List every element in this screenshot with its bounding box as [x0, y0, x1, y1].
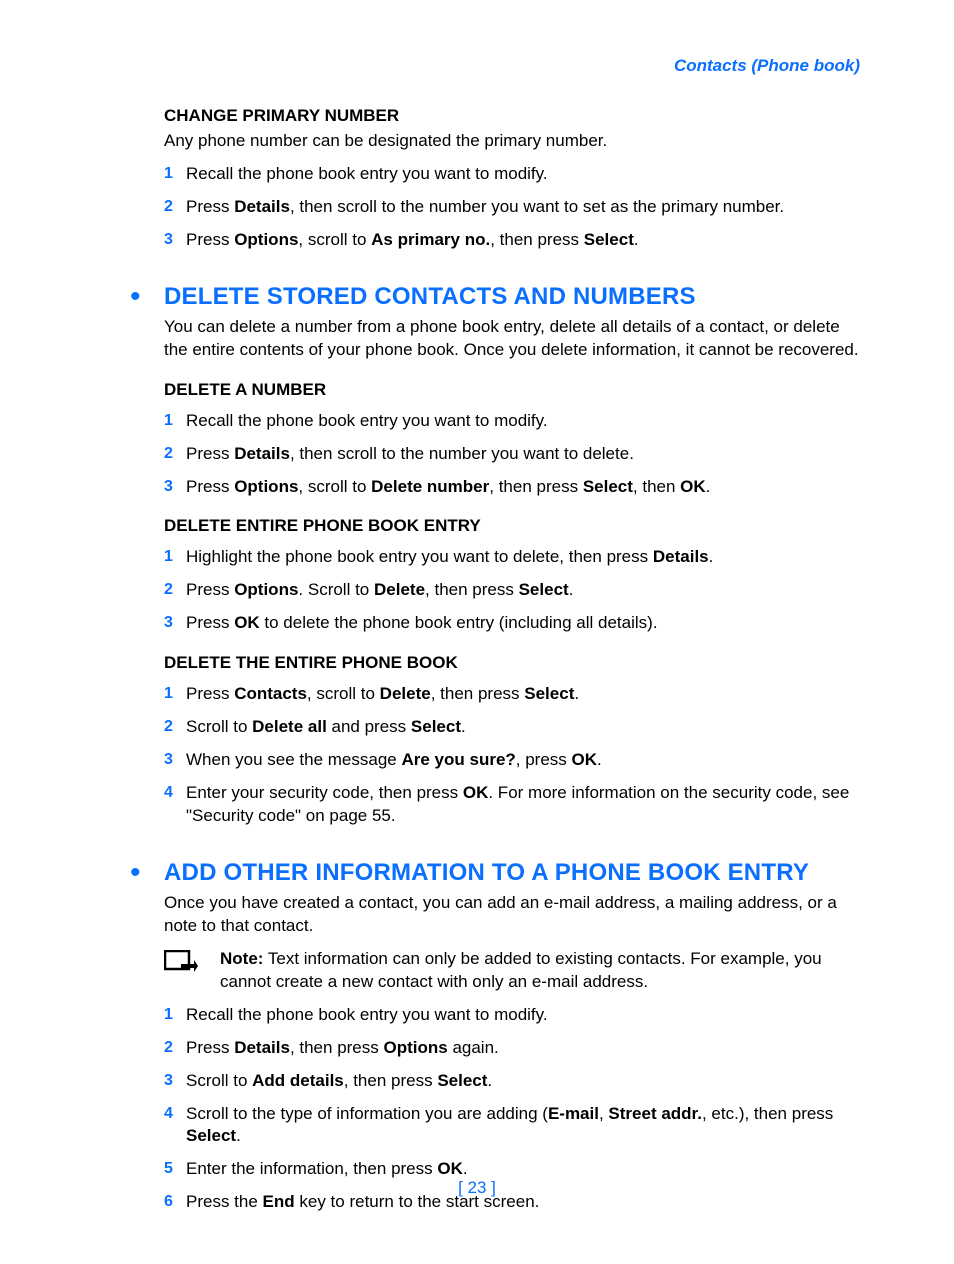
- step-number: 2: [164, 716, 186, 738]
- step-number: 3: [164, 1070, 186, 1092]
- step-text: Recall the phone book entry you want to …: [186, 410, 864, 433]
- step-text: When you see the message Are you sure?, …: [186, 749, 864, 772]
- list-item: 2Press Details, then scroll to the numbe…: [164, 196, 864, 219]
- steps-change-primary: 1Recall the phone book entry you want to…: [164, 163, 864, 252]
- step-number: 1: [164, 1004, 186, 1026]
- list-item: 1Recall the phone book entry you want to…: [164, 1004, 864, 1027]
- intro-add-info: Once you have created a contact, you can…: [164, 892, 864, 938]
- steps-delete-entry: 1Highlight the phone book entry you want…: [164, 546, 864, 635]
- bullet-icon: •: [130, 858, 164, 888]
- bullet-icon: •: [130, 282, 164, 312]
- step-text: Recall the phone book entry you want to …: [186, 1004, 864, 1027]
- page-number: [ 23 ]: [0, 1178, 954, 1198]
- list-item: 4Scroll to the type of information you a…: [164, 1103, 864, 1149]
- list-item: 2Scroll to Delete all and press Select.: [164, 716, 864, 739]
- steps-delete-all: 1Press Contacts, scroll to Delete, then …: [164, 683, 864, 828]
- step-number: 1: [164, 546, 186, 568]
- step-number: 1: [164, 410, 186, 432]
- step-number: 4: [164, 1103, 186, 1125]
- list-item: 1Press Contacts, scroll to Delete, then …: [164, 683, 864, 706]
- list-item: 3Press Options, scroll to As primary no.…: [164, 229, 864, 252]
- list-item: 1Highlight the phone book entry you want…: [164, 546, 864, 569]
- intro-delete-stored: You can delete a number from a phone boo…: [164, 316, 864, 362]
- page-header: Contacts (Phone book): [130, 56, 864, 76]
- step-text: Press OK to delete the phone book entry …: [186, 612, 864, 635]
- step-text: Press Options, scroll to Delete number, …: [186, 476, 864, 499]
- list-item: 3Press Options, scroll to Delete number,…: [164, 476, 864, 499]
- step-number: 3: [164, 612, 186, 634]
- list-item: 3Press OK to delete the phone book entry…: [164, 612, 864, 635]
- note-icon: [164, 948, 220, 976]
- list-item: 2Press Options. Scroll to Delete, then p…: [164, 579, 864, 602]
- step-text: Press Details, then scroll to the number…: [186, 443, 864, 466]
- step-number: 2: [164, 579, 186, 601]
- subhead-delete-all: DELETE THE ENTIRE PHONE BOOK: [164, 653, 864, 673]
- list-item: 2Press Details, then scroll to the numbe…: [164, 443, 864, 466]
- step-text: Scroll to the type of information you ar…: [186, 1103, 864, 1149]
- steps-delete-number: 1Recall the phone book entry you want to…: [164, 410, 864, 499]
- step-text: Press Details, then scroll to the number…: [186, 196, 864, 219]
- step-text: Scroll to Delete all and press Select.: [186, 716, 864, 739]
- step-text: Enter your security code, then press OK.…: [186, 782, 864, 828]
- step-number: 1: [164, 683, 186, 705]
- note-text: Note: Text information can only be added…: [220, 948, 864, 994]
- intro-change-primary: Any phone number can be designated the p…: [164, 130, 864, 153]
- list-item: 3Scroll to Add details, then press Selec…: [164, 1070, 864, 1093]
- step-number: 3: [164, 229, 186, 251]
- list-item: 1Recall the phone book entry you want to…: [164, 163, 864, 186]
- step-number: 3: [164, 749, 186, 771]
- section-delete-stored: DELETE STORED CONTACTS AND NUMBERS: [164, 283, 696, 311]
- step-text: Press Details, then press Options again.: [186, 1037, 864, 1060]
- step-number: 1: [164, 163, 186, 185]
- subhead-change-primary: CHANGE PRIMARY NUMBER: [164, 106, 864, 126]
- step-text: Scroll to Add details, then press Select…: [186, 1070, 864, 1093]
- step-text: Press Contacts, scroll to Delete, then p…: [186, 683, 864, 706]
- step-number: 2: [164, 443, 186, 465]
- list-item: 4Enter your security code, then press OK…: [164, 782, 864, 828]
- step-number: 4: [164, 782, 186, 804]
- section-add-info: ADD OTHER INFORMATION TO A PHONE BOOK EN…: [164, 859, 809, 887]
- subhead-delete-number: DELETE A NUMBER: [164, 380, 864, 400]
- step-text: Highlight the phone book entry you want …: [186, 546, 864, 569]
- list-item: 1Recall the phone book entry you want to…: [164, 410, 864, 433]
- step-number: 2: [164, 196, 186, 218]
- step-number: 2: [164, 1037, 186, 1059]
- step-text: Recall the phone book entry you want to …: [186, 163, 864, 186]
- step-text: Press Options. Scroll to Delete, then pr…: [186, 579, 864, 602]
- step-number: 5: [164, 1158, 186, 1180]
- step-number: 3: [164, 476, 186, 498]
- step-text: Press Options, scroll to As primary no.,…: [186, 229, 864, 252]
- subhead-delete-entry: DELETE ENTIRE PHONE BOOK ENTRY: [164, 516, 864, 536]
- list-item: 2Press Details, then press Options again…: [164, 1037, 864, 1060]
- list-item: 3When you see the message Are you sure?,…: [164, 749, 864, 772]
